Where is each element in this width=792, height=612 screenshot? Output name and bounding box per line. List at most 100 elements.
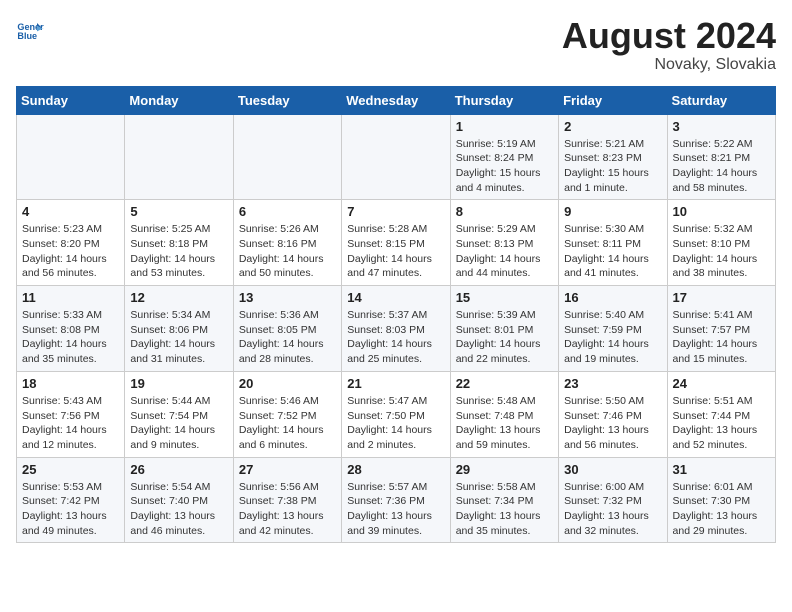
calendar-cell: 21Sunrise: 5:47 AMSunset: 7:50 PMDayligh… [342,371,450,457]
day-number: 28 [347,462,444,477]
day-number: 24 [673,376,770,391]
calendar-cell: 7 Sunrise: 5:28 AMSunset: 8:15 PMDaylight… [342,200,450,286]
day-number: 29 [456,462,553,477]
day-info: Sunrise: 6:01 AMSunset: 7:30 PMDaylight:… [673,480,770,539]
calendar-cell: 5 Sunrise: 5:25 AMSunset: 8:18 PMDaylight… [125,200,233,286]
day-info: Sunrise: 5:58 AMSunset: 7:34 PMDaylight:… [456,480,553,539]
calendar-cell: 16 Sunrise: 5:40 AMSunset: 7:59 PMDayligh… [559,286,667,372]
day-info: Sunrise: 5:21 AMSunset: 8:23 PMDaylight:… [564,137,661,196]
day-number: 15 [456,290,553,305]
day-number: 9 [564,204,661,219]
day-number: 26 [130,462,227,477]
day-number: 30 [564,462,661,477]
calendar-cell: 3 Sunrise: 5:22 AMSunset: 8:21 PMDaylight… [667,114,775,200]
calendar-cell: 20 Sunrise: 5:46 AMSunset: 7:52 PMDayligh… [233,371,341,457]
day-number: 12 [130,290,227,305]
day-info: Sunrise: 5:50 AMSunset: 7:46 PMDaylight:… [564,394,661,453]
calendar-cell: 11 Sunrise: 5:33 AMSunset: 8:08 PMDayligh… [17,286,125,372]
calendar-cell: 6 Sunrise: 5:26 AMSunset: 8:16 PMDaylight… [233,200,341,286]
title-block: August 2024 Novaky, Slovakia [562,16,776,74]
day-info: Sunrise: 5:19 AMSunset: 8:24 PMDaylight:… [456,137,553,196]
day-number: 2 [564,119,661,134]
day-info: Sunrise: 5:28 AMSunset: 8:15 PMDaylight:… [347,222,444,281]
calendar-cell: 24 Sunrise: 5:51 AMSunset: 7:44 PMDayligh… [667,371,775,457]
day-info: Sunrise: 5:39 AMSunset: 8:01 PMDaylight:… [456,308,553,367]
weekday-header-thursday: Thursday [450,86,558,114]
calendar-cell: 4 Sunrise: 5:23 AMSunset: 8:20 PMDaylight… [17,200,125,286]
calendar-cell: 26 Sunrise: 5:54 AMSunset: 7:40 PMDayligh… [125,457,233,543]
calendar-cell: 22 Sunrise: 5:48 AMSunset: 7:48 PMDayligh… [450,371,558,457]
calendar-cell: 18Sunrise: 5:43 AMSunset: 7:56 PMDayligh… [17,371,125,457]
day-number: 23 [564,376,661,391]
calendar-cell: 9 Sunrise: 5:30 AMSunset: 8:11 PMDaylight… [559,200,667,286]
calendar-cell [233,114,341,200]
day-info: Sunrise: 5:46 AMSunset: 7:52 PMDaylight:… [239,394,336,453]
weekday-header-sunday: Sunday [17,86,125,114]
calendar-cell: 27Sunrise: 5:56 AMSunset: 7:38 PMDayligh… [233,457,341,543]
day-number: 4 [22,204,119,219]
weekday-header-saturday: Saturday [667,86,775,114]
day-info: Sunrise: 5:25 AMSunset: 8:18 PMDaylight:… [130,222,227,281]
day-number: 5 [130,204,227,219]
weekday-header-wednesday: Wednesday [342,86,450,114]
day-number: 18 [22,376,119,391]
day-number: 7 [347,204,444,219]
day-info: Sunrise: 5:41 AMSunset: 7:57 PMDaylight:… [673,308,770,367]
day-info: Sunrise: 5:32 AMSunset: 8:10 PMDaylight:… [673,222,770,281]
day-info: Sunrise: 5:22 AMSunset: 8:21 PMDaylight:… [673,137,770,196]
day-number: 6 [239,204,336,219]
weekday-header-friday: Friday [559,86,667,114]
day-info: Sunrise: 5:47 AMSunset: 7:50 PMDaylight:… [347,394,444,453]
calendar-cell [17,114,125,200]
calendar-cell: 29 Sunrise: 5:58 AMSunset: 7:34 PMDayligh… [450,457,558,543]
day-info: Sunrise: 5:53 AMSunset: 7:42 PMDaylight:… [22,480,119,539]
day-number: 27 [239,462,336,477]
calendar-week-3: 11 Sunrise: 5:33 AMSunset: 8:08 PMDayligh… [17,286,776,372]
day-info: Sunrise: 6:00 AMSunset: 7:32 PMDaylight:… [564,480,661,539]
day-info: Sunrise: 5:51 AMSunset: 7:44 PMDaylight:… [673,394,770,453]
day-number: 3 [673,119,770,134]
day-number: 17 [673,290,770,305]
calendar-cell: 2 Sunrise: 5:21 AMSunset: 8:23 PMDaylight… [559,114,667,200]
day-info: Sunrise: 5:44 AMSunset: 7:54 PMDaylight:… [130,394,227,453]
day-info: Sunrise: 5:34 AMSunset: 8:06 PMDaylight:… [130,308,227,367]
day-info: Sunrise: 5:23 AMSunset: 8:20 PMDaylight:… [22,222,119,281]
day-number: 19 [130,376,227,391]
day-info: Sunrise: 5:26 AMSunset: 8:16 PMDaylight:… [239,222,336,281]
day-number: 8 [456,204,553,219]
calendar-week-5: 25 Sunrise: 5:53 AMSunset: 7:42 PMDayligh… [17,457,776,543]
page-header: General Blue August 2024 Novaky, Slovaki… [16,16,776,74]
calendar-table: SundayMondayTuesdayWednesdayThursdayFrid… [16,86,776,544]
svg-text:Blue: Blue [17,31,37,41]
day-info: Sunrise: 5:48 AMSunset: 7:48 PMDaylight:… [456,394,553,453]
day-info: Sunrise: 5:37 AMSunset: 8:03 PMDaylight:… [347,308,444,367]
calendar-cell [125,114,233,200]
calendar-cell: 14 Sunrise: 5:37 AMSunset: 8:03 PMDayligh… [342,286,450,372]
calendar-cell: 31 Sunrise: 6:01 AMSunset: 7:30 PMDayligh… [667,457,775,543]
calendar-cell: 19 Sunrise: 5:44 AMSunset: 7:54 PMDayligh… [125,371,233,457]
day-number: 25 [22,462,119,477]
day-info: Sunrise: 5:54 AMSunset: 7:40 PMDaylight:… [130,480,227,539]
day-number: 14 [347,290,444,305]
day-number: 1 [456,119,553,134]
day-info: Sunrise: 5:40 AMSunset: 7:59 PMDaylight:… [564,308,661,367]
calendar-week-4: 18Sunrise: 5:43 AMSunset: 7:56 PMDayligh… [17,371,776,457]
day-info: Sunrise: 5:36 AMSunset: 8:05 PMDaylight:… [239,308,336,367]
calendar-cell: 30 Sunrise: 6:00 AMSunset: 7:32 PMDayligh… [559,457,667,543]
day-number: 16 [564,290,661,305]
weekday-header-row: SundayMondayTuesdayWednesdayThursdayFrid… [17,86,776,114]
day-info: Sunrise: 5:57 AMSunset: 7:36 PMDaylight:… [347,480,444,539]
calendar-cell [342,114,450,200]
day-number: 31 [673,462,770,477]
day-number: 13 [239,290,336,305]
day-number: 22 [456,376,553,391]
calendar-cell: 10Sunrise: 5:32 AMSunset: 8:10 PMDayligh… [667,200,775,286]
calendar-cell: 13 Sunrise: 5:36 AMSunset: 8:05 PMDayligh… [233,286,341,372]
day-info: Sunrise: 5:33 AMSunset: 8:08 PMDaylight:… [22,308,119,367]
day-number: 11 [22,290,119,305]
calendar-cell: 8Sunrise: 5:29 AMSunset: 8:13 PMDaylight… [450,200,558,286]
calendar-cell: 17 Sunrise: 5:41 AMSunset: 7:57 PMDayligh… [667,286,775,372]
day-info: Sunrise: 5:30 AMSunset: 8:11 PMDaylight:… [564,222,661,281]
day-number: 20 [239,376,336,391]
logo: General Blue [16,16,44,44]
